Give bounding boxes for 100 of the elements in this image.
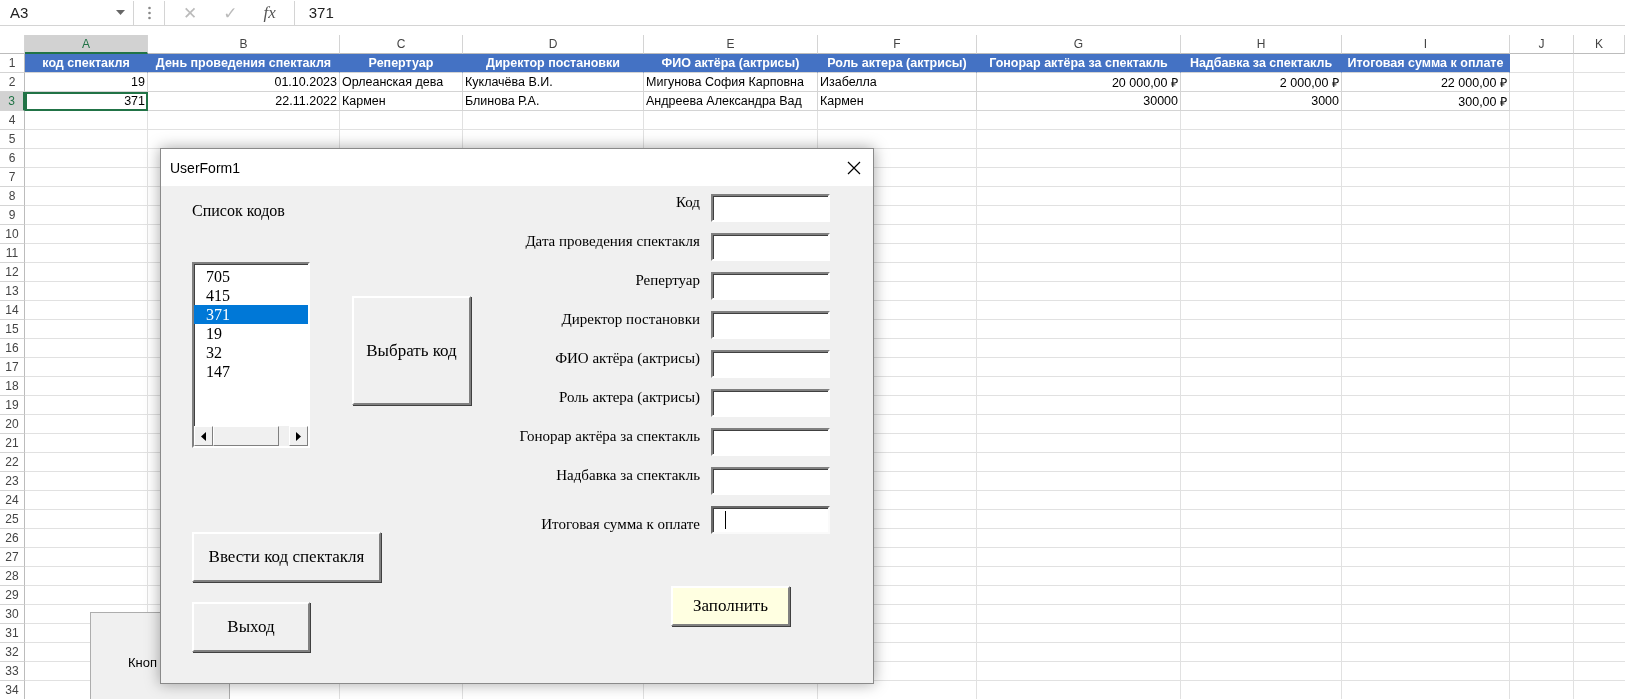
column-header[interactable]: E <box>644 35 818 54</box>
row-header[interactable]: 20 <box>0 415 25 434</box>
list-item[interactable]: 415 <box>194 286 308 305</box>
row-header[interactable]: 18 <box>0 377 25 396</box>
table-cell: 2 000,00 ₽ <box>1181 73 1342 92</box>
code-list[interactable]: 705 415 371 19 32 147 <box>192 262 310 448</box>
field-label: Репертуар <box>635 272 700 289</box>
row-header[interactable]: 8 <box>0 187 25 206</box>
row-header[interactable]: 7 <box>0 168 25 187</box>
select-code-button[interactable]: Выбрать код <box>352 296 471 405</box>
table-cell: Орлеанская дева <box>340 73 463 92</box>
field-label: Код <box>676 194 700 211</box>
field-label: Дата проведения спектакля <box>525 233 700 250</box>
insert-function-button[interactable]: fx <box>263 2 276 23</box>
column-header[interactable]: C <box>340 35 463 54</box>
table-cell: Кармен <box>340 92 463 111</box>
column-header[interactable]: H <box>1181 35 1342 54</box>
formula-field[interactable]: 371 <box>294 0 1625 25</box>
column-header[interactable]: K <box>1574 35 1625 54</box>
row-header[interactable]: 19 <box>0 396 25 415</box>
input-field[interactable] <box>711 272 830 300</box>
name-box[interactable]: A3 <box>0 0 134 25</box>
table-cell: Изабелла <box>818 73 977 92</box>
right-arrow-icon <box>296 431 301 441</box>
enter-code-button[interactable]: Ввести код спектакля <box>192 532 381 582</box>
table-cell: Куклачёва В.И. <box>463 73 644 92</box>
row-header[interactable]: 22 <box>0 453 25 472</box>
row-header[interactable]: 31 <box>0 624 25 643</box>
table-cell: 01.10.2023 <box>148 73 340 92</box>
row-header[interactable]: 29 <box>0 586 25 605</box>
table-cell: 22 000,00 ₽ <box>1342 73 1510 92</box>
row-header[interactable]: 12 <box>0 263 25 282</box>
list-item[interactable]: 371 <box>194 305 308 324</box>
row-header[interactable]: 26 <box>0 529 25 548</box>
list-item[interactable]: 32 <box>194 343 308 362</box>
field-label: Роль актера (актрисы) <box>559 389 700 406</box>
scroll-left-button[interactable] <box>194 426 213 446</box>
row-header[interactable]: 32 <box>0 643 25 662</box>
input-field[interactable] <box>711 389 830 417</box>
fill-button[interactable]: Заполнить <box>671 586 790 626</box>
window-title: UserForm1 <box>170 159 240 176</box>
row-header[interactable]: 11 <box>0 244 25 263</box>
table-cell: Андреева Александра Вад <box>644 92 818 111</box>
row-header[interactable]: 3 <box>0 92 25 111</box>
row-header[interactable]: 23 <box>0 472 25 491</box>
row-header[interactable]: 6 <box>0 149 25 168</box>
input-field[interactable] <box>711 506 830 534</box>
row-header[interactable]: 33 <box>0 662 25 681</box>
row-header[interactable]: 2 <box>0 73 25 92</box>
input-field[interactable] <box>711 233 830 261</box>
header-cell: Репертуар <box>340 54 463 73</box>
header-cell: День проведения спектакля <box>148 54 340 73</box>
input-field[interactable] <box>711 311 830 339</box>
scroll-right-button[interactable] <box>289 426 308 446</box>
column-header[interactable]: B <box>148 35 340 54</box>
table-cell: Блинова Р.А. <box>463 92 644 111</box>
row-header[interactable]: 28 <box>0 567 25 586</box>
row-header[interactable]: 10 <box>0 225 25 244</box>
row-header[interactable]: 14 <box>0 301 25 320</box>
input-field[interactable] <box>711 350 830 378</box>
row-header[interactable]: 24 <box>0 491 25 510</box>
field-label: ФИО актёра (актрисы) <box>555 350 700 367</box>
input-field[interactable] <box>711 428 830 456</box>
row-header[interactable]: 16 <box>0 339 25 358</box>
row-header[interactable]: 13 <box>0 282 25 301</box>
header-cell: Директор постановки <box>463 54 644 73</box>
table-cell: 22.11.2022 <box>148 92 340 111</box>
table-cell: 3000 <box>1181 92 1342 111</box>
table-cell: Кармен <box>818 92 977 111</box>
row-header[interactable]: 4 <box>0 111 25 130</box>
row-header[interactable]: 21 <box>0 434 25 453</box>
row-header[interactable]: 5 <box>0 130 25 149</box>
row-header[interactable]: 17 <box>0 358 25 377</box>
input-field[interactable] <box>711 194 830 222</box>
row-header[interactable]: 9 <box>0 206 25 225</box>
column-header[interactable]: A <box>25 35 148 54</box>
close-icon[interactable] <box>847 160 861 175</box>
more-icon[interactable] <box>147 5 151 20</box>
header-cell: ФИО актёра (актрисы) <box>644 54 818 73</box>
field-label: Надбавка за спектакль <box>556 467 700 484</box>
column-header[interactable]: F <box>818 35 977 54</box>
list-item[interactable]: 147 <box>194 362 308 381</box>
header-cell: Итоговая сумма к оплате <box>1342 54 1510 73</box>
exit-button[interactable]: Выход <box>192 602 310 652</box>
input-field[interactable] <box>711 467 830 495</box>
column-header[interactable]: G <box>977 35 1181 54</box>
header-cell: Роль актера (актрисы) <box>818 54 977 73</box>
column-header[interactable]: D <box>463 35 644 54</box>
column-header[interactable]: J <box>1510 35 1574 54</box>
row-header[interactable]: 27 <box>0 548 25 567</box>
scroll-thumb[interactable] <box>213 426 279 446</box>
row-header[interactable]: 1 <box>0 54 25 73</box>
column-header[interactable]: I <box>1342 35 1510 54</box>
field-label: Итоговая сумма к оплате <box>541 516 700 533</box>
row-header[interactable]: 25 <box>0 510 25 529</box>
row-header[interactable]: 15 <box>0 320 25 339</box>
list-item[interactable]: 705 <box>194 267 308 286</box>
list-label: Список кодов <box>192 202 285 220</box>
row-header[interactable]: 30 <box>0 605 25 624</box>
list-item[interactable]: 19 <box>194 324 308 343</box>
